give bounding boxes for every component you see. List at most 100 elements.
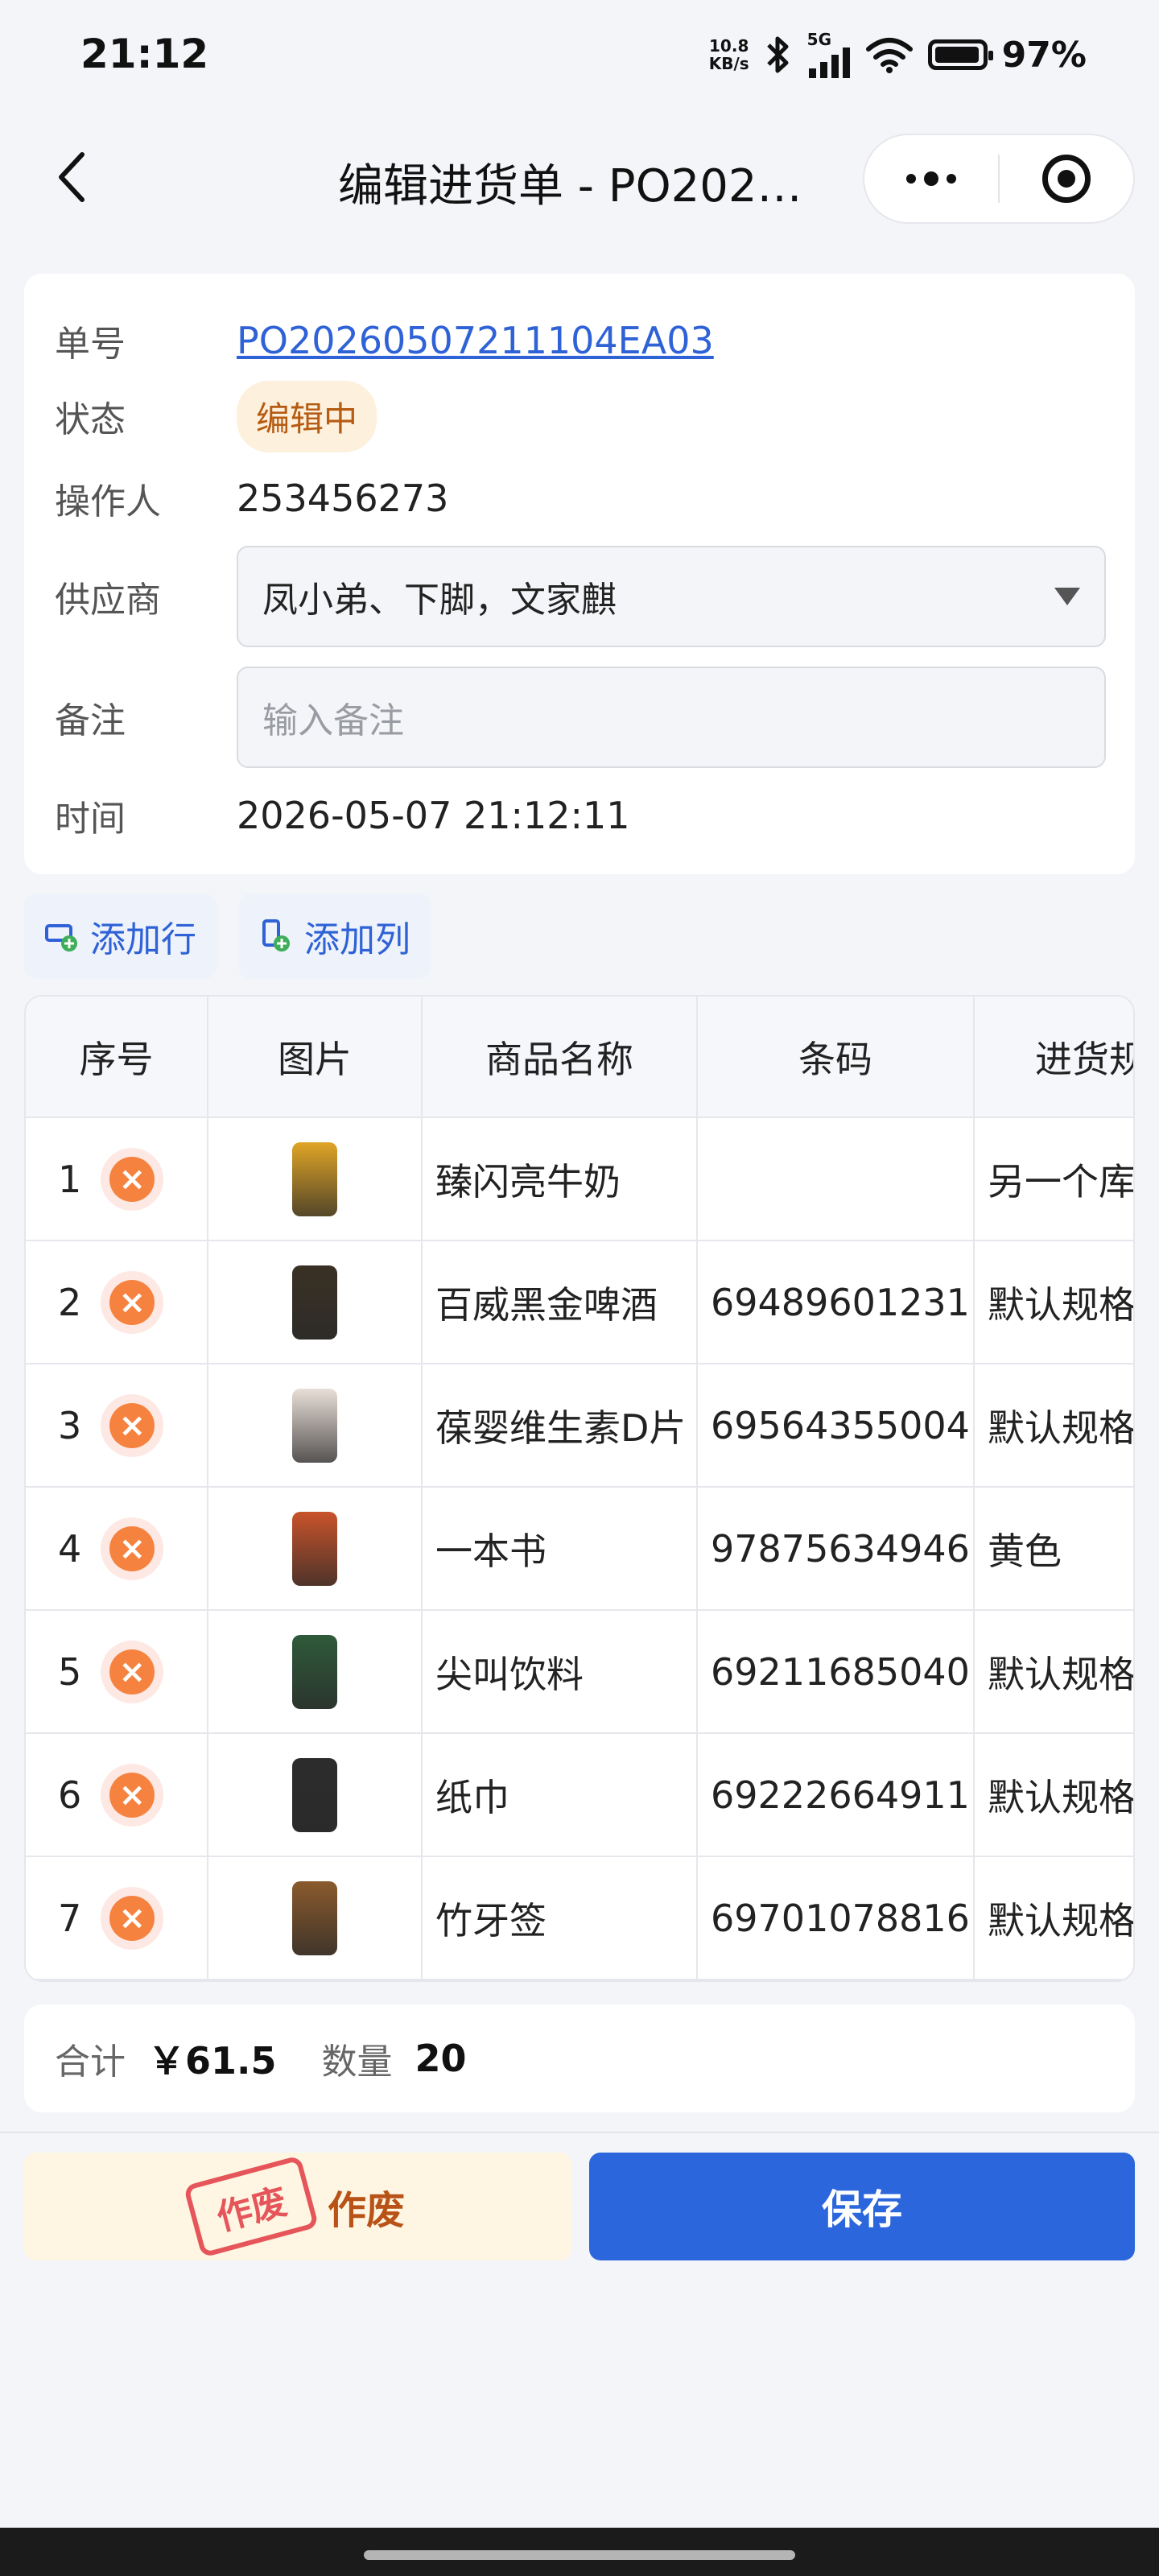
table-row: 5 × 尖叫饮料 69211685040 默认规格 — [26, 1610, 1133, 1734]
nav-bar: 编辑进货单 - PO202… — [0, 121, 1159, 233]
header-index: 序号 — [26, 997, 208, 1118]
time-value: 2026-05-07 21:12:11 — [237, 794, 630, 837]
goods-table-card[interactable]: 序号 图片 商品名称 条码 进货规 1×臻闪亮牛奶另一个库2×百威黑金啤酒694… — [24, 995, 1135, 1982]
close-icon: × — [109, 1895, 155, 1941]
cell-image — [208, 1610, 423, 1734]
operator-label: 操作人 — [55, 481, 161, 522]
table-row: 1 × 臻闪亮牛奶 另一个库 — [26, 1117, 1133, 1241]
bluetooth-icon — [766, 36, 789, 73]
cell-name[interactable]: 纸巾 — [422, 1733, 698, 1857]
cell-barcode[interactable]: 69701078816 — [697, 1856, 975, 1980]
index-wrap: 1 × — [58, 1147, 206, 1211]
net-speed-value: 10.8 — [709, 36, 749, 56]
close-icon: × — [109, 1279, 155, 1325]
cell-spec[interactable]: 另一个库 — [974, 1117, 1133, 1241]
delete-row-button[interactable]: × — [101, 1517, 164, 1580]
add-row-button[interactable]: 添加行 — [24, 894, 217, 979]
delete-row-button[interactable]: × — [101, 1147, 164, 1211]
cell-image — [208, 1487, 423, 1611]
row-index: 2 — [58, 1280, 82, 1324]
close-miniprogram-button[interactable] — [1000, 135, 1133, 222]
cell-name[interactable]: 尖叫饮料 — [422, 1610, 698, 1734]
save-button[interactable]: 保存 — [589, 2153, 1135, 2260]
cell-index: 4 × — [26, 1487, 208, 1611]
delete-row-button[interactable]: × — [101, 1270, 164, 1334]
cell-name[interactable]: 百威黑金啤酒 — [422, 1241, 698, 1364]
total-label: 合计 — [55, 2041, 126, 2083]
signal-bars-icon — [808, 47, 850, 78]
product-thumbnail[interactable] — [292, 1880, 337, 1955]
row-index: 6 — [58, 1773, 82, 1817]
product-thumbnail[interactable] — [292, 1265, 337, 1340]
cell-image — [208, 1733, 423, 1857]
cell-spec[interactable]: 默认规格 — [974, 1364, 1133, 1488]
cell-spec[interactable]: 默认规格 — [974, 1733, 1133, 1857]
index-wrap: 7 × — [58, 1886, 206, 1950]
footer-divider — [0, 2132, 1159, 2133]
cell-barcode[interactable] — [697, 1117, 975, 1241]
cell-name[interactable]: 臻闪亮牛奶 — [422, 1117, 698, 1241]
cell-name[interactable]: 葆婴维生素D片 — [422, 1364, 698, 1488]
void-button[interactable]: 作废 作废 — [24, 2153, 571, 2260]
status-bar: 21:12 10.8 KB/s 5G 97% — [0, 0, 1159, 105]
index-wrap: 2 × — [58, 1270, 206, 1334]
mini-program-capsule — [863, 134, 1135, 224]
table-row: 6 × 纸巾 692226649111 默认规格 — [26, 1733, 1133, 1857]
order-no-link[interactable]: PO20260507211104EA03 — [237, 319, 714, 362]
add-row-icon — [45, 924, 77, 952]
more-button[interactable] — [864, 135, 998, 222]
cell-spec[interactable]: 默认规格 — [974, 1610, 1133, 1734]
wifi-icon — [865, 38, 913, 73]
cell-signal: 5G — [807, 31, 851, 78]
target-icon — [1041, 155, 1091, 203]
cell-image — [208, 1241, 423, 1364]
delete-row-button[interactable]: × — [101, 1763, 164, 1827]
supplier-select[interactable]: 凤小弟、下脚，文家麒 — [237, 546, 1106, 647]
status-row: 状态 编辑中 — [55, 374, 377, 459]
cell-name[interactable]: 一本书 — [422, 1487, 698, 1611]
operator-value: 253456273 — [237, 477, 449, 520]
delete-row-button[interactable]: × — [101, 1886, 164, 1950]
cell-index: 7 × — [26, 1856, 208, 1980]
add-column-button[interactable]: 添加列 — [238, 894, 431, 979]
cell-barcode[interactable]: 692226649111 — [697, 1733, 975, 1857]
cell-spec[interactable]: 默认规格 — [974, 1241, 1133, 1364]
back-button[interactable] — [40, 145, 105, 209]
cell-barcode[interactable]: 97875634946 — [697, 1487, 975, 1611]
battery-percent: 97% — [1001, 34, 1087, 76]
cell-name[interactable]: 竹牙签 — [422, 1856, 698, 1980]
home-indicator[interactable] — [364, 2550, 795, 2560]
supplier-value: 凤小弟、下脚，文家麒 — [262, 580, 617, 621]
cell-image — [208, 1364, 423, 1488]
row-index: 1 — [58, 1157, 82, 1201]
cell-image — [208, 1856, 423, 1980]
product-thumbnail[interactable] — [292, 1634, 337, 1709]
product-thumbnail[interactable] — [292, 1388, 337, 1463]
status-label: 状态 — [55, 399, 126, 440]
operator-row: 操作人 253456273 — [55, 456, 448, 541]
table-row: 3 × 葆婴维生素D片 69564355004 默认规格 — [26, 1364, 1133, 1488]
product-thumbnail[interactable] — [292, 1511, 337, 1586]
product-thumbnail[interactable] — [292, 1757, 337, 1832]
header-spec: 进货规 — [974, 997, 1133, 1118]
delete-row-button[interactable]: × — [101, 1393, 164, 1457]
cell-index: 5 × — [26, 1610, 208, 1734]
add-column-icon — [262, 919, 290, 952]
cell-barcode[interactable]: 69211685040 — [697, 1610, 975, 1734]
order-no-label: 单号 — [55, 324, 126, 365]
cell-barcode[interactable]: 69564355004 — [697, 1364, 975, 1488]
cell-spec[interactable]: 默认规格 — [974, 1856, 1133, 1980]
cell-index: 1 × — [26, 1117, 208, 1241]
row-index: 4 — [58, 1526, 82, 1571]
close-icon: × — [109, 1156, 155, 1202]
index-wrap: 3 × — [58, 1393, 206, 1457]
status-time: 21:12 — [80, 31, 209, 77]
product-thumbnail[interactable] — [292, 1141, 337, 1216]
cell-index: 6 × — [26, 1733, 208, 1857]
remark-input[interactable]: 输入备注 — [237, 667, 1106, 768]
delete-row-button[interactable]: × — [101, 1640, 164, 1703]
cell-barcode[interactable]: 694896012311 — [697, 1241, 975, 1364]
cell-spec[interactable]: 黄色 — [974, 1487, 1133, 1611]
order-info-card: 单号 PO20260507211104EA03 状态 编辑中 操作人 25345… — [24, 274, 1135, 874]
net-speed: 10.8 KB/s — [709, 37, 749, 72]
